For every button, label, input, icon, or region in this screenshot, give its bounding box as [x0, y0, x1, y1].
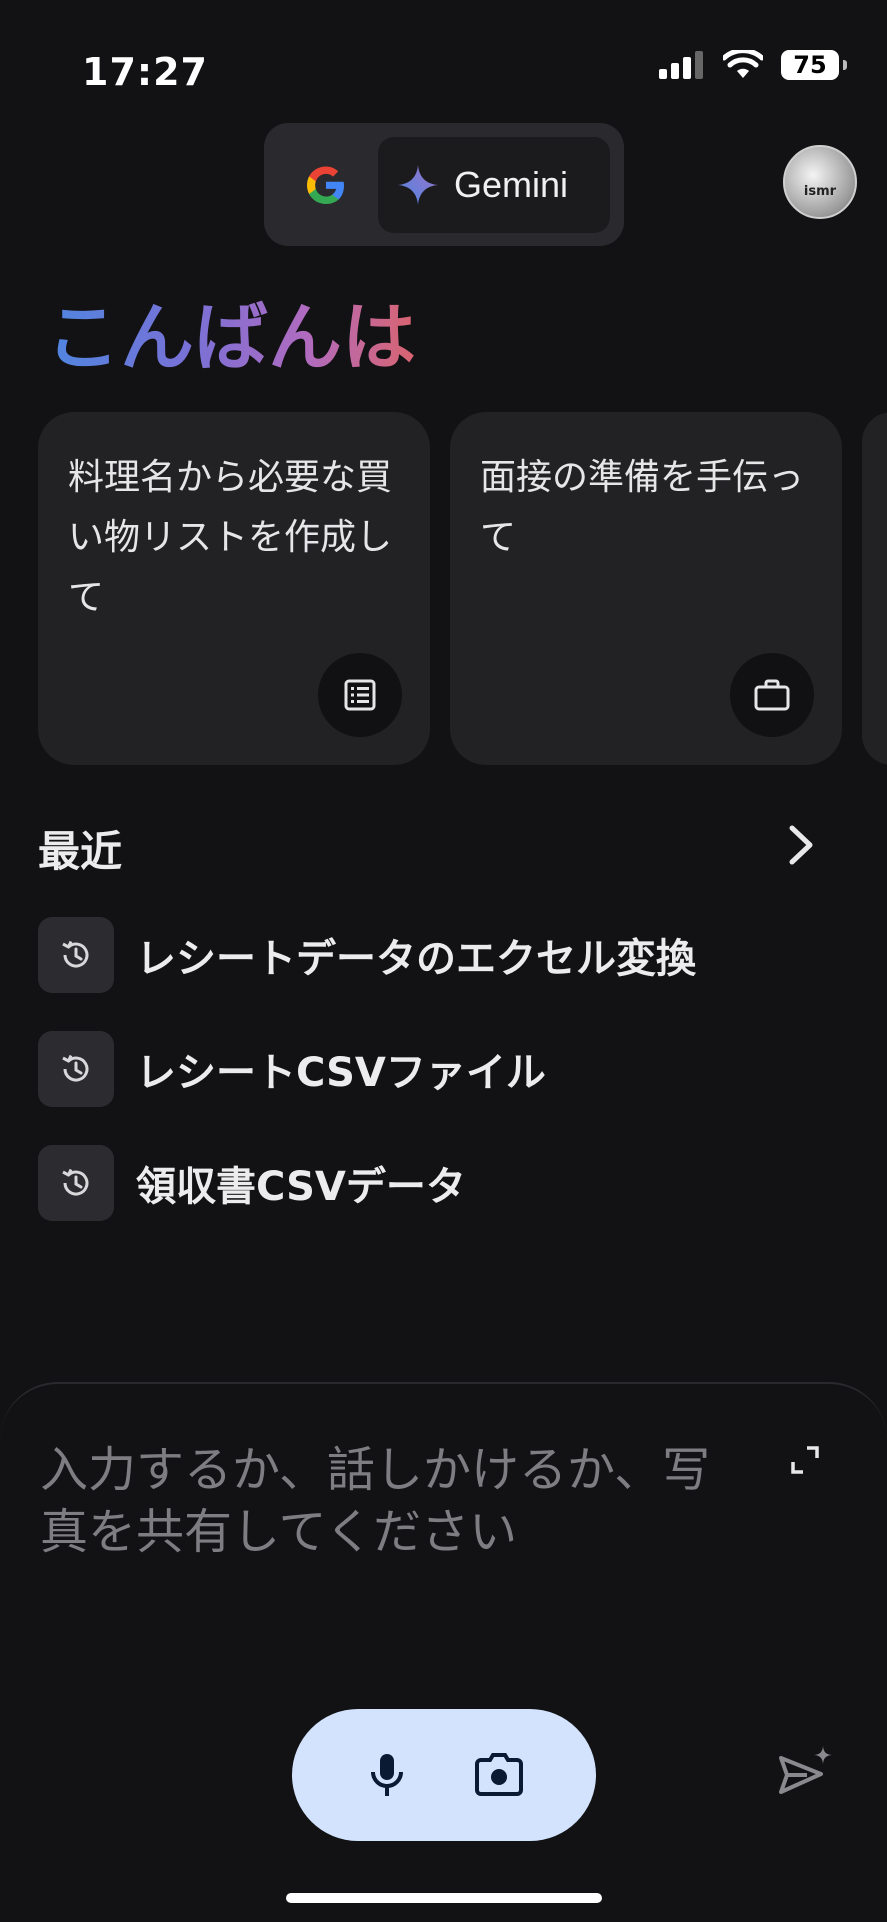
suggestion-card-shopping[interactable]: 料理名から必要な買い物リストを作成して: [38, 412, 430, 765]
gemini-tab[interactable]: Gemini: [378, 137, 610, 233]
app-switcher: Gemini: [264, 123, 624, 246]
suggestion-card-text: 面接の準備を手伝って: [480, 457, 805, 558]
history-icon: [38, 1031, 114, 1107]
google-logo-icon: [307, 166, 344, 204]
input-panel: 入力するか、話しかけるか、写真を共有してください: [0, 1382, 887, 1922]
recent-item-label: レシートデータのエクセル変換: [136, 936, 696, 982]
voice-camera-pill: [292, 1709, 596, 1841]
recent-item-label: レシートCSVファイル: [136, 1050, 546, 1096]
history-icon: [38, 917, 114, 993]
send-sparkle-icon[interactable]: [777, 1744, 833, 1800]
gemini-tab-label: Gemini: [454, 164, 569, 205]
recent-item-label: 領収書CSVデータ: [136, 1164, 466, 1210]
status-time: 17:27: [82, 50, 208, 94]
signal-icon: [659, 51, 703, 79]
gemini-sparkle-icon: [398, 165, 438, 205]
microphone-icon[interactable]: [365, 1750, 409, 1800]
recent-section-title: 最近: [38, 827, 123, 876]
suggestion-card-partial[interactable]: [862, 412, 887, 765]
home-indicator: [286, 1893, 602, 1903]
recent-item[interactable]: 領収書CSVデータ: [38, 1145, 466, 1221]
briefcase-icon: [730, 653, 814, 737]
wifi-icon: [723, 50, 763, 78]
camera-icon[interactable]: [474, 1752, 524, 1798]
avatar-text: ismr: [803, 183, 837, 199]
chevron-right-icon[interactable]: [780, 822, 822, 868]
recent-item[interactable]: レシートCSVファイル: [38, 1031, 546, 1107]
suggestion-card-interview[interactable]: 面接の準備を手伝って: [450, 412, 842, 765]
google-tab[interactable]: [288, 147, 364, 223]
history-icon: [38, 1145, 114, 1221]
greeting-title: こんばんは: [46, 278, 416, 385]
list-icon: [318, 653, 402, 737]
recent-item[interactable]: レシートデータのエクセル変換: [38, 917, 696, 993]
expand-icon[interactable]: [789, 1444, 821, 1476]
status-icons: 75: [659, 50, 847, 80]
prompt-input[interactable]: 入力するか、話しかけるか、写真を共有してください: [40, 1439, 730, 1563]
avatar[interactable]: ismr: [783, 145, 857, 219]
battery-indicator: 75: [781, 50, 847, 80]
suggestion-card-text: 料理名から必要な買い物リストを作成して: [68, 457, 393, 618]
